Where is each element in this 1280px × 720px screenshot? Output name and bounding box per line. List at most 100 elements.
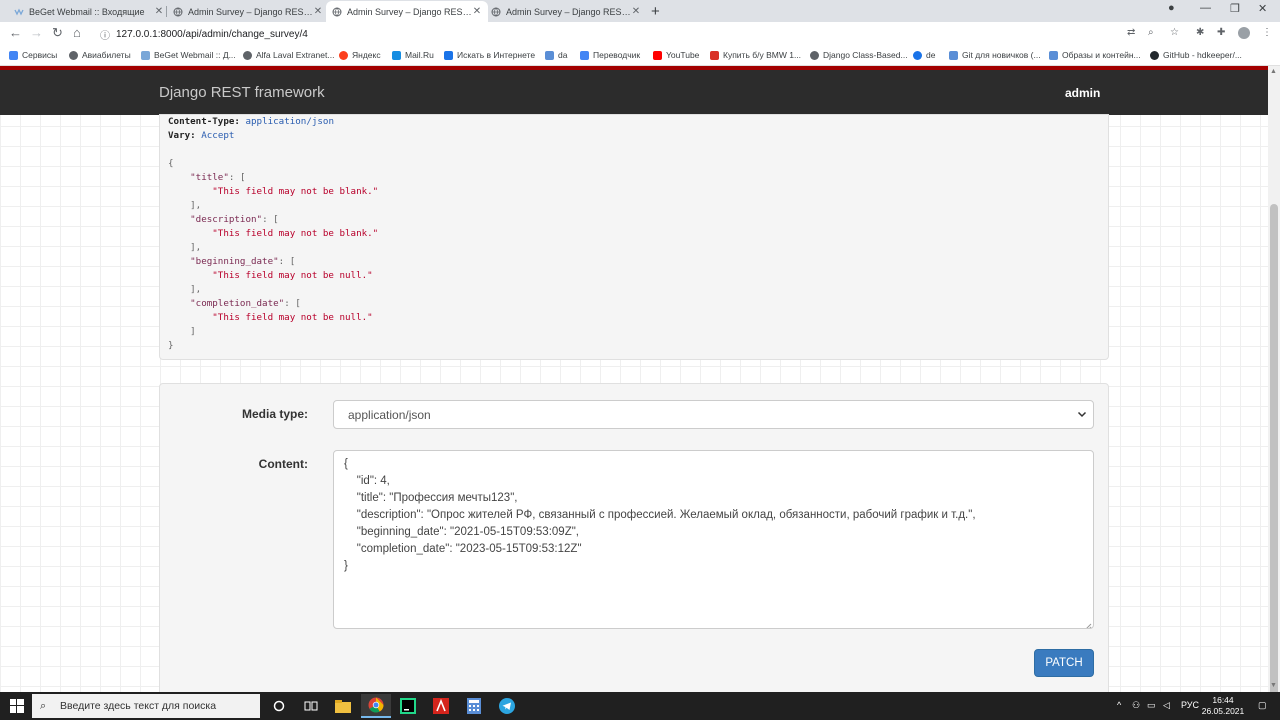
bookmark-item[interactable]: BeGet Webmail :: Д... [141,50,236,60]
globe-icon [810,50,819,60]
error-field-name: "completion_date" [190,298,285,309]
tab-title: Admin Survey – Django REST fra [347,6,472,17]
calculator-icon[interactable] [459,694,489,718]
pycharm-icon[interactable] [393,694,423,718]
back-arrow-icon[interactable]: ← [9,26,22,40]
media-type-value: application/json [348,407,431,422]
close-tab-icon[interactable]: ✕ [472,6,482,17]
extension-icon[interactable]: ✱ [1196,27,1204,38]
bookmark-item[interactable]: Авиабилеты [69,50,131,60]
bookmark-item[interactable]: da [545,50,567,60]
apps-grid-icon [9,50,18,60]
error-message: "This field may not be null." [212,270,373,281]
error-field-name: "description" [190,214,263,225]
bookmark-item[interactable]: Alfa Laval Extranet... [243,50,334,60]
tab-admin-survey-active[interactable]: Admin Survey – Django REST fra ✕ [326,1,488,22]
youtube-icon [653,50,662,60]
puzzle-icon[interactable]: ✚ [1217,27,1225,38]
bookmark-item[interactable]: YouTube [653,50,699,60]
media-type-select[interactable]: application/json [333,400,1094,429]
bookmark-item[interactable]: Django Class-Based... [810,50,908,60]
bookmark-item[interactable]: Искать в Интернете [444,50,535,60]
error-message: "This field may not be blank." [212,228,379,239]
reload-icon[interactable]: ↻ [52,26,63,40]
taskbar-clock[interactable]: 16:44 26.05.2021 [1200,695,1246,717]
notification-icon[interactable]: ▢ [1258,700,1267,711]
content-label: Content: [258,457,308,471]
bookmark-item[interactable]: Яндекс [339,50,381,60]
home-icon[interactable]: ⌂ [73,26,81,40]
bookmark-item[interactable]: Переводчик [580,50,640,60]
scroll-down-icon[interactable]: ▼ [1270,682,1277,689]
github-icon [1150,50,1159,60]
scrollbar-thumb[interactable] [1270,204,1278,702]
beget-icon [14,7,24,17]
translate-icon [580,50,589,60]
browser-tab-bar: BeGet Webmail :: Входящие ✕ Admin Survey… [0,0,1280,22]
globe-icon [332,7,342,17]
tab-beget-webmail[interactable]: BeGet Webmail :: Входящие ✕ [8,1,170,22]
response-header-line: Content-Type: application/json [168,116,334,127]
tab-search-icon[interactable]: ● [1168,2,1175,14]
bookmark-item[interactable]: de [913,50,935,60]
telegram-icon[interactable] [492,694,522,718]
close-tab-icon[interactable]: ✕ [154,6,164,17]
bookmark-item[interactable]: Mail.Ru [392,50,434,60]
volume-icon[interactable]: ◁ [1163,700,1170,711]
drom-icon [710,50,719,60]
resize-grip-icon[interactable] [1084,619,1092,628]
bookmark-item[interactable]: GitHub - hdkeeper/... [1150,50,1242,60]
de-icon [913,50,922,60]
profile-avatar[interactable] [1238,27,1250,39]
bookmark-item[interactable]: Сервисы [9,50,57,60]
tab-admin-survey-1[interactable]: Admin Survey – Django REST fra ✕ [167,1,329,22]
search-icon [444,50,453,60]
forward-arrow-icon[interactable]: → [30,26,43,40]
page-icon [949,50,958,60]
windows-start-icon[interactable] [10,699,24,713]
people-icon[interactable]: ⚇ [1132,700,1140,711]
info-icon[interactable]: ⓘ [100,27,110,42]
cortana-icon[interactable] [264,694,294,718]
menu-kebab-icon[interactable]: ⋮ [1262,27,1272,38]
bookmark-star-icon[interactable]: ☆ [1170,27,1179,38]
user-menu[interactable]: admin [1065,86,1100,100]
close-window-icon[interactable]: ✕ [1258,2,1267,15]
new-tab-button[interactable]: + [651,3,660,20]
patch-button[interactable]: PATCH [1034,649,1094,677]
translate-icon[interactable]: ⇄ [1127,27,1135,38]
tab-admin-survey-3[interactable]: Admin Survey – Django REST fra ✕ [485,1,647,22]
close-tab-icon[interactable]: ✕ [631,6,641,17]
media-type-label: Media type: [241,407,308,421]
scroll-up-icon[interactable]: ▲ [1270,68,1277,75]
acrobat-icon[interactable] [426,694,456,718]
minimize-icon[interactable]: — [1200,2,1211,14]
error-message: "This field may not be null." [212,312,373,323]
address-bar[interactable]: ⓘ 127.0.0.1:8000/api/admin/change_survey… [92,24,1120,44]
zoom-icon[interactable]: ⌕ [1148,27,1154,38]
tab-title: Admin Survey – Django REST fra [506,6,631,17]
close-tab-icon[interactable]: ✕ [313,6,323,17]
bookmark-item[interactable]: Купить б/у BMW 1... [710,50,801,60]
chrome-icon[interactable] [361,694,391,718]
taskbar-search-input[interactable]: ⌕ Введите здесь текст для поиска [32,694,260,718]
content-line: } [344,560,348,572]
maximize-icon[interactable]: ❐ [1230,2,1240,15]
content-line: "beginning_date": "2021-05-15T09:53:09Z"… [344,526,579,538]
content-textarea[interactable]: { "id": 4, "title": "Профессия мечты123"… [333,450,1094,629]
bookmark-item[interactable]: Git для новичков (... [949,50,1041,60]
content-line: "id": 4, [344,475,390,487]
globe-icon [491,7,501,17]
task-view-icon[interactable] [296,694,326,718]
language-indicator[interactable]: РУС [1181,700,1199,710]
drf-brand-link[interactable]: Django REST framework [159,84,325,101]
chevron-up-icon[interactable]: ^ [1117,700,1121,710]
bookmarks-bar: Сервисы Авиабилеты BeGet Webmail :: Д...… [0,46,1280,66]
file-explorer-icon[interactable] [328,694,358,718]
network-icon[interactable]: ▭ [1147,700,1156,711]
search-placeholder: Введите здесь текст для поиска [60,700,217,712]
bookmark-item[interactable]: Образы и контейн... [1049,50,1141,60]
page-icon [1049,50,1058,60]
page-scrollbar[interactable]: ▲ ▼ [1268,66,1280,702]
error-field-name: "title" [190,172,229,183]
